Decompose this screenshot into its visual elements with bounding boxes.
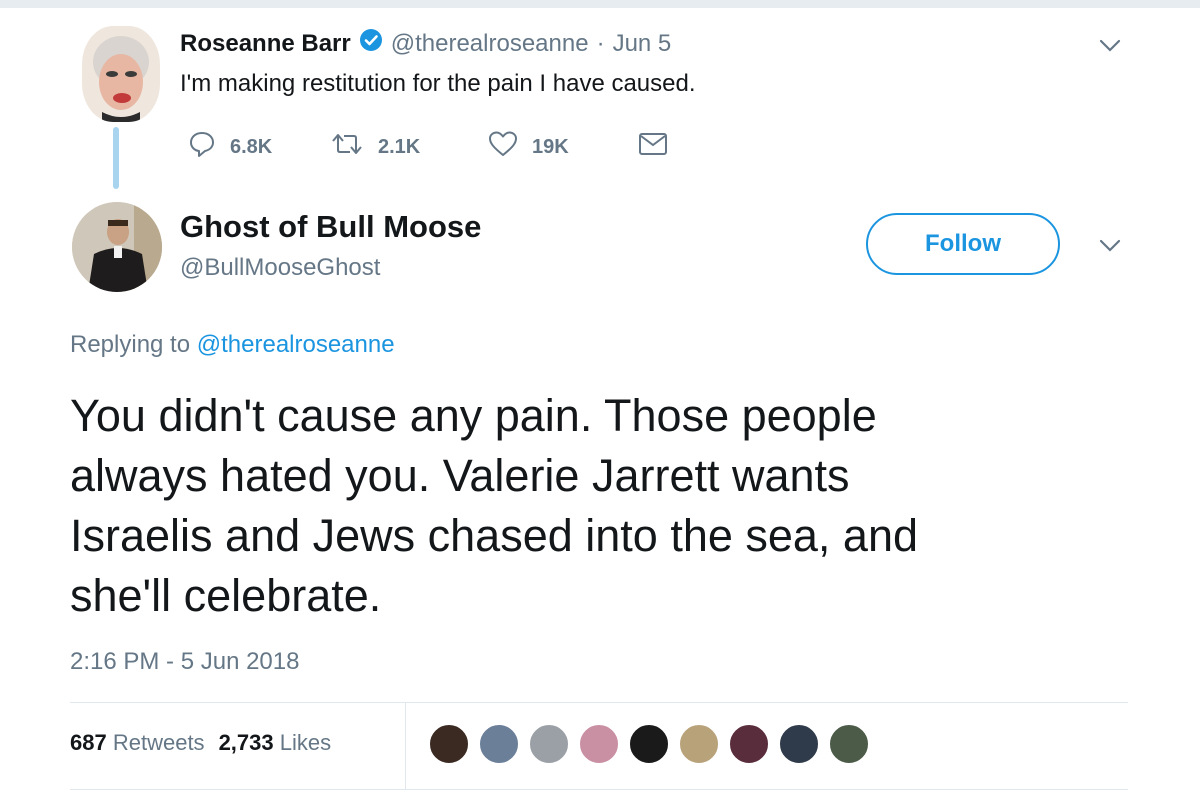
chevron-down-icon[interactable] [1098, 238, 1122, 254]
engagement-stats: 687 Retweets 2,733 Likes [70, 730, 331, 756]
dm-icon[interactable] [638, 132, 668, 161]
divider [70, 789, 1128, 790]
liker-avatar[interactable] [528, 723, 570, 765]
replying-handle-link[interactable]: @therealroseanne [197, 331, 395, 358]
reply-text-line: always hated you. Valerie Jarrett wants [70, 450, 850, 501]
replying-to: Replying to @therealroseanne [70, 331, 395, 359]
divider [70, 702, 1128, 703]
like-action[interactable]: 19K [488, 130, 569, 164]
liker-avatars [428, 723, 870, 765]
liker-avatar[interactable] [728, 723, 770, 765]
reply-tweet-text: You didn't cause any pain. Those people … [70, 386, 918, 626]
thread-line [113, 127, 119, 189]
liker-avatar[interactable] [578, 723, 620, 765]
liker-avatar[interactable] [478, 723, 520, 765]
original-tweet-header: Roseanne Barr @therealroseanne · Jun 5 [180, 28, 671, 59]
top-border [0, 0, 1200, 8]
roseanne-avatar[interactable] [82, 26, 160, 122]
like-icon [488, 130, 518, 164]
reply-icon [188, 130, 216, 164]
original-author-name[interactable]: Roseanne Barr [180, 30, 351, 58]
follow-button[interactable]: Follow [866, 213, 1060, 275]
date-separator: · [596, 29, 605, 57]
retweets-stat[interactable]: 687 Retweets [70, 730, 205, 756]
bullmoose-avatar[interactable] [72, 202, 162, 292]
retweet-count: 2.1K [378, 135, 421, 158]
like-total: 2,733 [218, 730, 274, 755]
reply-text-line: she'll celebrate. [70, 570, 382, 621]
liker-avatar[interactable] [428, 723, 470, 765]
reply-text-line: You didn't cause any pain. Those people [70, 390, 877, 441]
original-tweet-date[interactable]: Jun 5 [613, 30, 672, 58]
reply-action[interactable]: 6.8K [188, 130, 272, 164]
chevron-down-icon[interactable] [1098, 38, 1122, 54]
liker-avatar[interactable] [828, 723, 870, 765]
likes-stat[interactable]: 2,733 Likes [219, 730, 332, 756]
retweet-icon [330, 130, 364, 164]
divider [405, 703, 406, 789]
liker-avatar[interactable] [628, 723, 670, 765]
retweet-total: 687 [70, 730, 107, 755]
retweet-label: Retweets [112, 730, 205, 755]
verified-badge-icon [359, 28, 383, 59]
liker-avatar[interactable] [678, 723, 720, 765]
like-label: Likes [279, 730, 332, 755]
reply-author-handle[interactable]: @BullMooseGhost [180, 254, 380, 282]
original-author-handle[interactable]: @therealroseanne [391, 30, 589, 58]
reply-author-name[interactable]: Ghost of Bull Moose [180, 209, 481, 245]
liker-avatar[interactable] [778, 723, 820, 765]
replying-prefix: Replying to [70, 331, 191, 358]
original-tweet-text: I'm making restitution for the pain I ha… [180, 70, 696, 97]
reply-count: 6.8K [230, 135, 273, 158]
tweet-timestamp[interactable]: 2:16 PM - 5 Jun 2018 [70, 648, 299, 676]
reply-text-line: Israelis and Jews chased into the sea, a… [70, 510, 919, 561]
like-count: 19K [532, 135, 569, 158]
retweet-action[interactable]: 2.1K [330, 130, 420, 164]
